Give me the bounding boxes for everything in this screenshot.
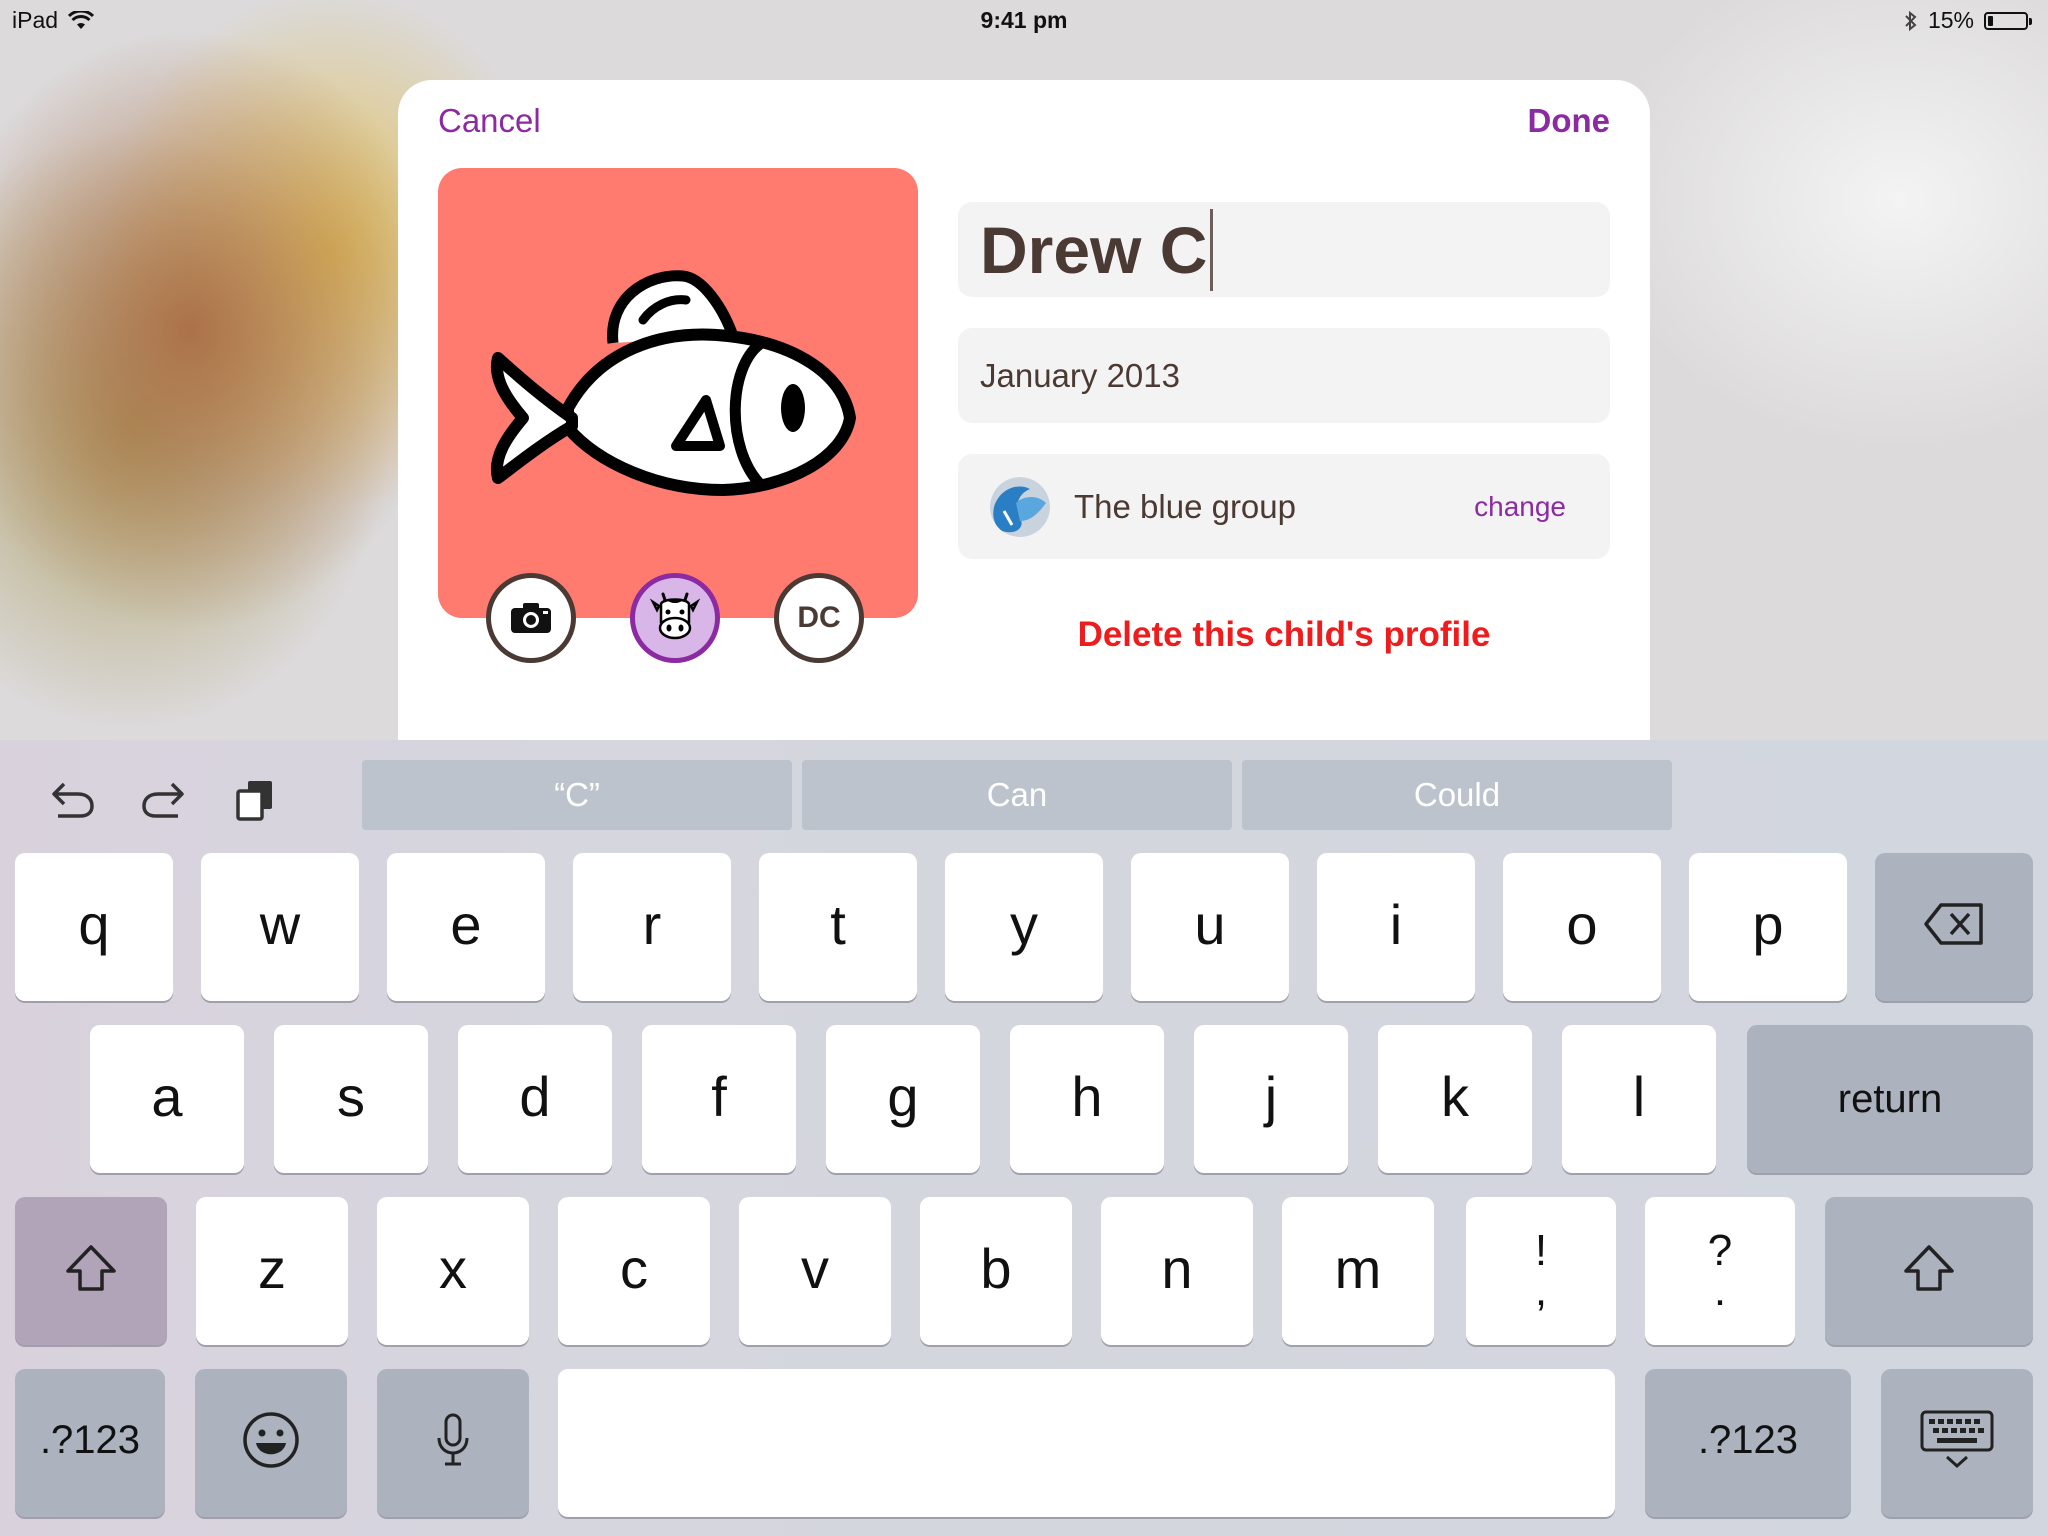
- text-caret: [1210, 208, 1214, 291]
- key-f[interactable]: f: [642, 1025, 796, 1173]
- done-button[interactable]: Done: [1528, 102, 1611, 140]
- fish-icon: [490, 270, 856, 496]
- delete-profile-button[interactable]: Delete this child's profile: [958, 615, 1610, 655]
- group-avatar: [990, 476, 1050, 537]
- status-time: 9:41 pm: [980, 7, 1068, 33]
- key-d[interactable]: d: [458, 1025, 612, 1173]
- undo-icon[interactable]: [50, 780, 96, 820]
- numbers-key-left[interactable]: .?123: [15, 1369, 165, 1517]
- shift-icon: [66, 1245, 116, 1291]
- key-k[interactable]: k: [1378, 1025, 1532, 1173]
- bluetooth-icon: [1905, 10, 1917, 31]
- key-r[interactable]: r: [573, 853, 731, 1001]
- group-field: The blue group change: [958, 454, 1610, 559]
- name-input[interactable]: Drew C: [958, 202, 1610, 297]
- battery-fill: [1988, 15, 1993, 26]
- key-c[interactable]: c: [558, 1197, 710, 1345]
- key-w[interactable]: w: [201, 853, 359, 1001]
- key-l[interactable]: l: [1562, 1025, 1716, 1173]
- key-t[interactable]: t: [759, 853, 917, 1001]
- key-n[interactable]: n: [1101, 1197, 1253, 1345]
- key-h[interactable]: h: [1010, 1025, 1164, 1173]
- cancel-button[interactable]: Cancel: [438, 102, 541, 140]
- space-key[interactable]: [558, 1369, 1615, 1517]
- clipboard-icon[interactable]: [234, 778, 276, 822]
- key-b[interactable]: b: [920, 1197, 1072, 1345]
- key-a[interactable]: a: [90, 1025, 244, 1173]
- profile-avatar[interactable]: [438, 168, 918, 618]
- key-q[interactable]: q: [15, 853, 173, 1001]
- birth-date-value: January 2013: [980, 356, 1180, 394]
- hide-keyboard-key[interactable]: [1881, 1369, 2033, 1517]
- keyboard: “C” Can Could qwertyuiop asdfghjkl retur…: [0, 740, 2048, 1536]
- suggestion-3[interactable]: Could: [1242, 760, 1672, 830]
- key-p[interactable]: p: [1689, 853, 1847, 1001]
- group-name: The blue group: [1074, 487, 1296, 525]
- shift-key-left[interactable]: [15, 1197, 167, 1345]
- redo-icon[interactable]: [140, 780, 186, 820]
- key-question-period[interactable]: ? .: [1645, 1197, 1795, 1345]
- birth-date-field[interactable]: January 2013: [958, 328, 1610, 423]
- key-u[interactable]: u: [1131, 853, 1289, 1001]
- change-group-link[interactable]: change: [1474, 491, 1566, 523]
- keyboard-dismiss-icon: [1920, 1410, 1994, 1469]
- key-e[interactable]: e: [387, 853, 545, 1001]
- key-v[interactable]: v: [739, 1197, 891, 1345]
- key-period-label: .: [1713, 1266, 1727, 1315]
- status-right: 15%: [1904, 7, 2032, 34]
- edit-profile-sheet: Cancel Done DC Drew C January 2013 The b…: [398, 80, 1650, 740]
- key-o[interactable]: o: [1503, 853, 1661, 1001]
- key-s[interactable]: s: [274, 1025, 428, 1173]
- key-comma-label: ,: [1534, 1266, 1548, 1315]
- return-key[interactable]: return: [1747, 1025, 2033, 1173]
- key-j[interactable]: j: [1194, 1025, 1348, 1173]
- status-bar: iPad 9:41 pm 15%: [0, 0, 2048, 40]
- blue-bird-icon: [990, 476, 1050, 537]
- camera-icon: [511, 603, 551, 633]
- emoji-key[interactable]: [195, 1369, 347, 1517]
- cow-icon: [649, 592, 701, 640]
- take-photo-button[interactable]: [486, 573, 576, 663]
- key-y[interactable]: y: [945, 853, 1103, 1001]
- key-exclamation-comma[interactable]: ! ,: [1466, 1197, 1616, 1345]
- suggestion-2[interactable]: Can: [802, 760, 1232, 830]
- microphone-icon: [437, 1413, 469, 1466]
- shift-icon: [1904, 1245, 1954, 1291]
- key-x[interactable]: x: [377, 1197, 529, 1345]
- key-i[interactable]: i: [1317, 853, 1475, 1001]
- dictation-key[interactable]: [377, 1369, 529, 1517]
- backspace-key[interactable]: [1875, 853, 2033, 1001]
- backspace-icon: [1924, 903, 1983, 945]
- use-initials-button[interactable]: DC: [774, 573, 864, 663]
- key-exclamation-label: !: [1534, 1226, 1548, 1275]
- name-value: Drew C: [980, 212, 1208, 287]
- battery-percent: 15%: [1927, 7, 1974, 33]
- key-question-label: ?: [1707, 1226, 1733, 1275]
- suggestion-1[interactable]: “C”: [362, 760, 792, 830]
- numbers-key-right[interactable]: .?123: [1645, 1369, 1851, 1517]
- battery-icon: [1984, 11, 2032, 30]
- key-g[interactable]: g: [826, 1025, 980, 1173]
- shift-key-right[interactable]: [1825, 1197, 2033, 1345]
- emoji-icon: [243, 1412, 299, 1468]
- key-z[interactable]: z: [196, 1197, 348, 1345]
- choose-animal-button[interactable]: [630, 573, 720, 663]
- key-m[interactable]: m: [1282, 1197, 1434, 1345]
